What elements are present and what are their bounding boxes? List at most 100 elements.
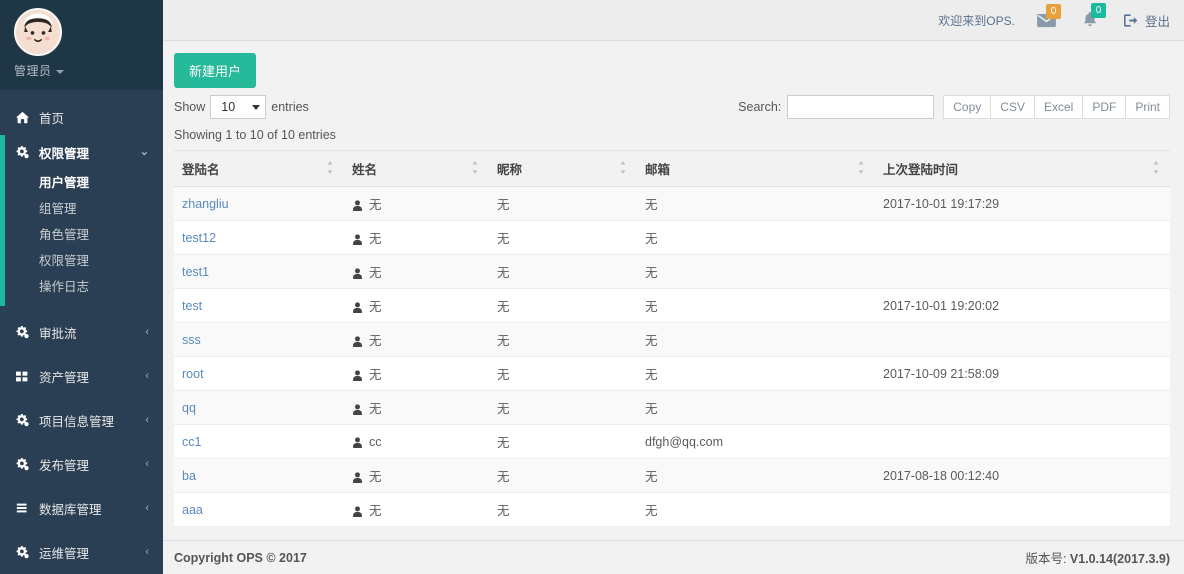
page-length-value: 10 [221, 100, 236, 114]
column-header-nickname[interactable]: 昵称 [489, 150, 637, 187]
user-icon [352, 404, 363, 415]
gears-icon [14, 146, 30, 159]
cell-last-login: 2017-08-18 00:12:40 [875, 458, 1170, 493]
copyright-label: Copyright OPS © 2017 [174, 550, 307, 565]
caret-down-icon [55, 69, 64, 74]
copy-button[interactable]: Copy [943, 95, 992, 119]
sidebar-item-user-management[interactable]: 用户管理 [5, 170, 163, 196]
sidebar-item-group-management[interactable]: 组管理 [5, 196, 163, 222]
sort-icon [472, 160, 481, 177]
csv-button[interactable]: CSV [990, 95, 1035, 119]
notifications-badge: 0 [1090, 3, 1106, 18]
show-label: Show [174, 100, 206, 114]
sidebar-item-permission[interactable]: 权限管理 ⌄ [5, 135, 163, 170]
cell-username: zhangliu [174, 186, 344, 221]
sidebar-item-approval-flow[interactable]: 审批流 ‹ [0, 315, 163, 350]
cell-username: test [174, 288, 344, 323]
column-header-last-login[interactable]: 上次登陆时间 [875, 150, 1170, 187]
sidebar-item-operation-log[interactable]: 操作日志 [5, 274, 163, 300]
user-icon [352, 370, 363, 381]
user-icon [352, 302, 363, 313]
cell-nickname: 无 [489, 288, 637, 323]
username-link[interactable]: test1 [182, 265, 209, 279]
user-icon [352, 336, 363, 347]
user-icon [352, 234, 363, 245]
welcome-text: 欢迎来到OPS. [938, 13, 1015, 28]
page-length-select[interactable]: 10 [210, 95, 267, 119]
cell-email: 无 [637, 390, 875, 425]
version-label: 版本号: [1025, 552, 1070, 566]
username-link[interactable]: zhangliu [182, 197, 229, 211]
notifications-button[interactable]: 0 [1082, 3, 1106, 28]
sidebar-item-role-management[interactable]: 角色管理 [5, 222, 163, 248]
chevron-down-icon: ⌄ [139, 146, 149, 158]
cell-last-login [875, 220, 1170, 255]
sidebar-item-database-management[interactable]: 数据库管理 ‹ [0, 491, 163, 526]
gears-icon [14, 458, 30, 471]
username-link[interactable]: qq [182, 401, 196, 415]
logout-icon [1123, 13, 1138, 27]
cell-name: 无 [344, 254, 489, 289]
username-link[interactable]: ba [182, 469, 196, 483]
logout-button[interactable]: 登出 [1123, 11, 1170, 30]
user-icon [352, 268, 363, 279]
cell-name: 无 [344, 458, 489, 493]
sidebar-item-asset-management[interactable]: 资产管理 ‹ [0, 359, 163, 394]
cell-username: qq [174, 390, 344, 425]
table-row: test12 无无无 [174, 220, 1170, 255]
chevron-left-icon: ‹ [145, 370, 149, 382]
column-header-name[interactable]: 姓名 [344, 150, 489, 187]
grid-icon [14, 370, 30, 383]
table-row: cc1 cc 无 dfgh@qq.com [174, 424, 1170, 459]
username-link[interactable]: aaa [182, 503, 203, 517]
main-area: 欢迎来到OPS. 0 0 登出 新建用户 Show 10 entries Sea… [163, 0, 1184, 574]
cell-nickname: 无 [489, 390, 637, 425]
new-user-button[interactable]: 新建用户 [174, 53, 257, 88]
table-toolbar: Show 10 entries Search: Copy CSV Excel P… [174, 95, 1170, 119]
user-icon [352, 472, 363, 483]
print-button[interactable]: Print [1125, 95, 1170, 119]
sidebar-item-database-management-label: 数据库管理 [39, 503, 102, 517]
sidebar-item-project-info-label: 项目信息管理 [39, 415, 115, 429]
cell-nickname: 无 [489, 356, 637, 391]
sidebar: 管理员 首页 权限管理 ⌄ 用户管理 组管理 角色管理 权限管理 操作日志 审批… [0, 0, 163, 574]
name-value: 无 [369, 368, 382, 382]
column-header-email[interactable]: 邮箱 [637, 150, 875, 187]
sort-icon [858, 160, 867, 177]
sidebar-item-ops-management[interactable]: 运维管理 ‹ [0, 535, 163, 570]
sidebar-item-home[interactable]: 首页 [0, 100, 163, 135]
excel-button[interactable]: Excel [1033, 95, 1084, 119]
cell-nickname: 无 [489, 254, 637, 289]
sidebar-item-permission-management[interactable]: 权限管理 [5, 248, 163, 274]
name-value: 无 [369, 334, 382, 348]
username-link[interactable]: test [182, 299, 202, 313]
home-icon [14, 111, 30, 124]
chevron-left-icon: ‹ [145, 458, 149, 470]
sort-icon [620, 160, 629, 177]
gears-icon [14, 414, 30, 427]
cell-last-login [875, 390, 1170, 425]
avatar[interactable] [14, 8, 62, 56]
search-input[interactable] [787, 95, 935, 119]
cell-username: root [174, 356, 344, 391]
sort-icon [327, 160, 336, 177]
username-link[interactable]: cc1 [182, 435, 201, 449]
username-link[interactable]: test12 [182, 231, 216, 245]
footer-email: 邮箱 [637, 526, 875, 540]
copyright-text: Copyright OPS © 2017 [174, 551, 307, 565]
column-header-username[interactable]: 登陆名 [174, 150, 344, 187]
messages-button[interactable]: 0 [1037, 3, 1061, 28]
username-link[interactable]: sss [182, 333, 201, 347]
sidebar-item-release-management[interactable]: 发布管理 ‹ [0, 447, 163, 482]
cell-email: 无 [637, 254, 875, 289]
profile-name[interactable]: 管理员 [0, 62, 163, 79]
user-icon [352, 200, 363, 211]
name-value: 无 [369, 504, 382, 518]
username-link[interactable]: root [182, 367, 204, 381]
cell-username: test1 [174, 254, 344, 289]
user-avatar-icon [16, 10, 60, 54]
pdf-button[interactable]: PDF [1082, 95, 1127, 119]
table-row: root 无无无 2017-10-09 21:58:09 [174, 356, 1170, 391]
sidebar-item-project-info[interactable]: 项目信息管理 ‹ [0, 403, 163, 438]
cell-last-login [875, 492, 1170, 527]
